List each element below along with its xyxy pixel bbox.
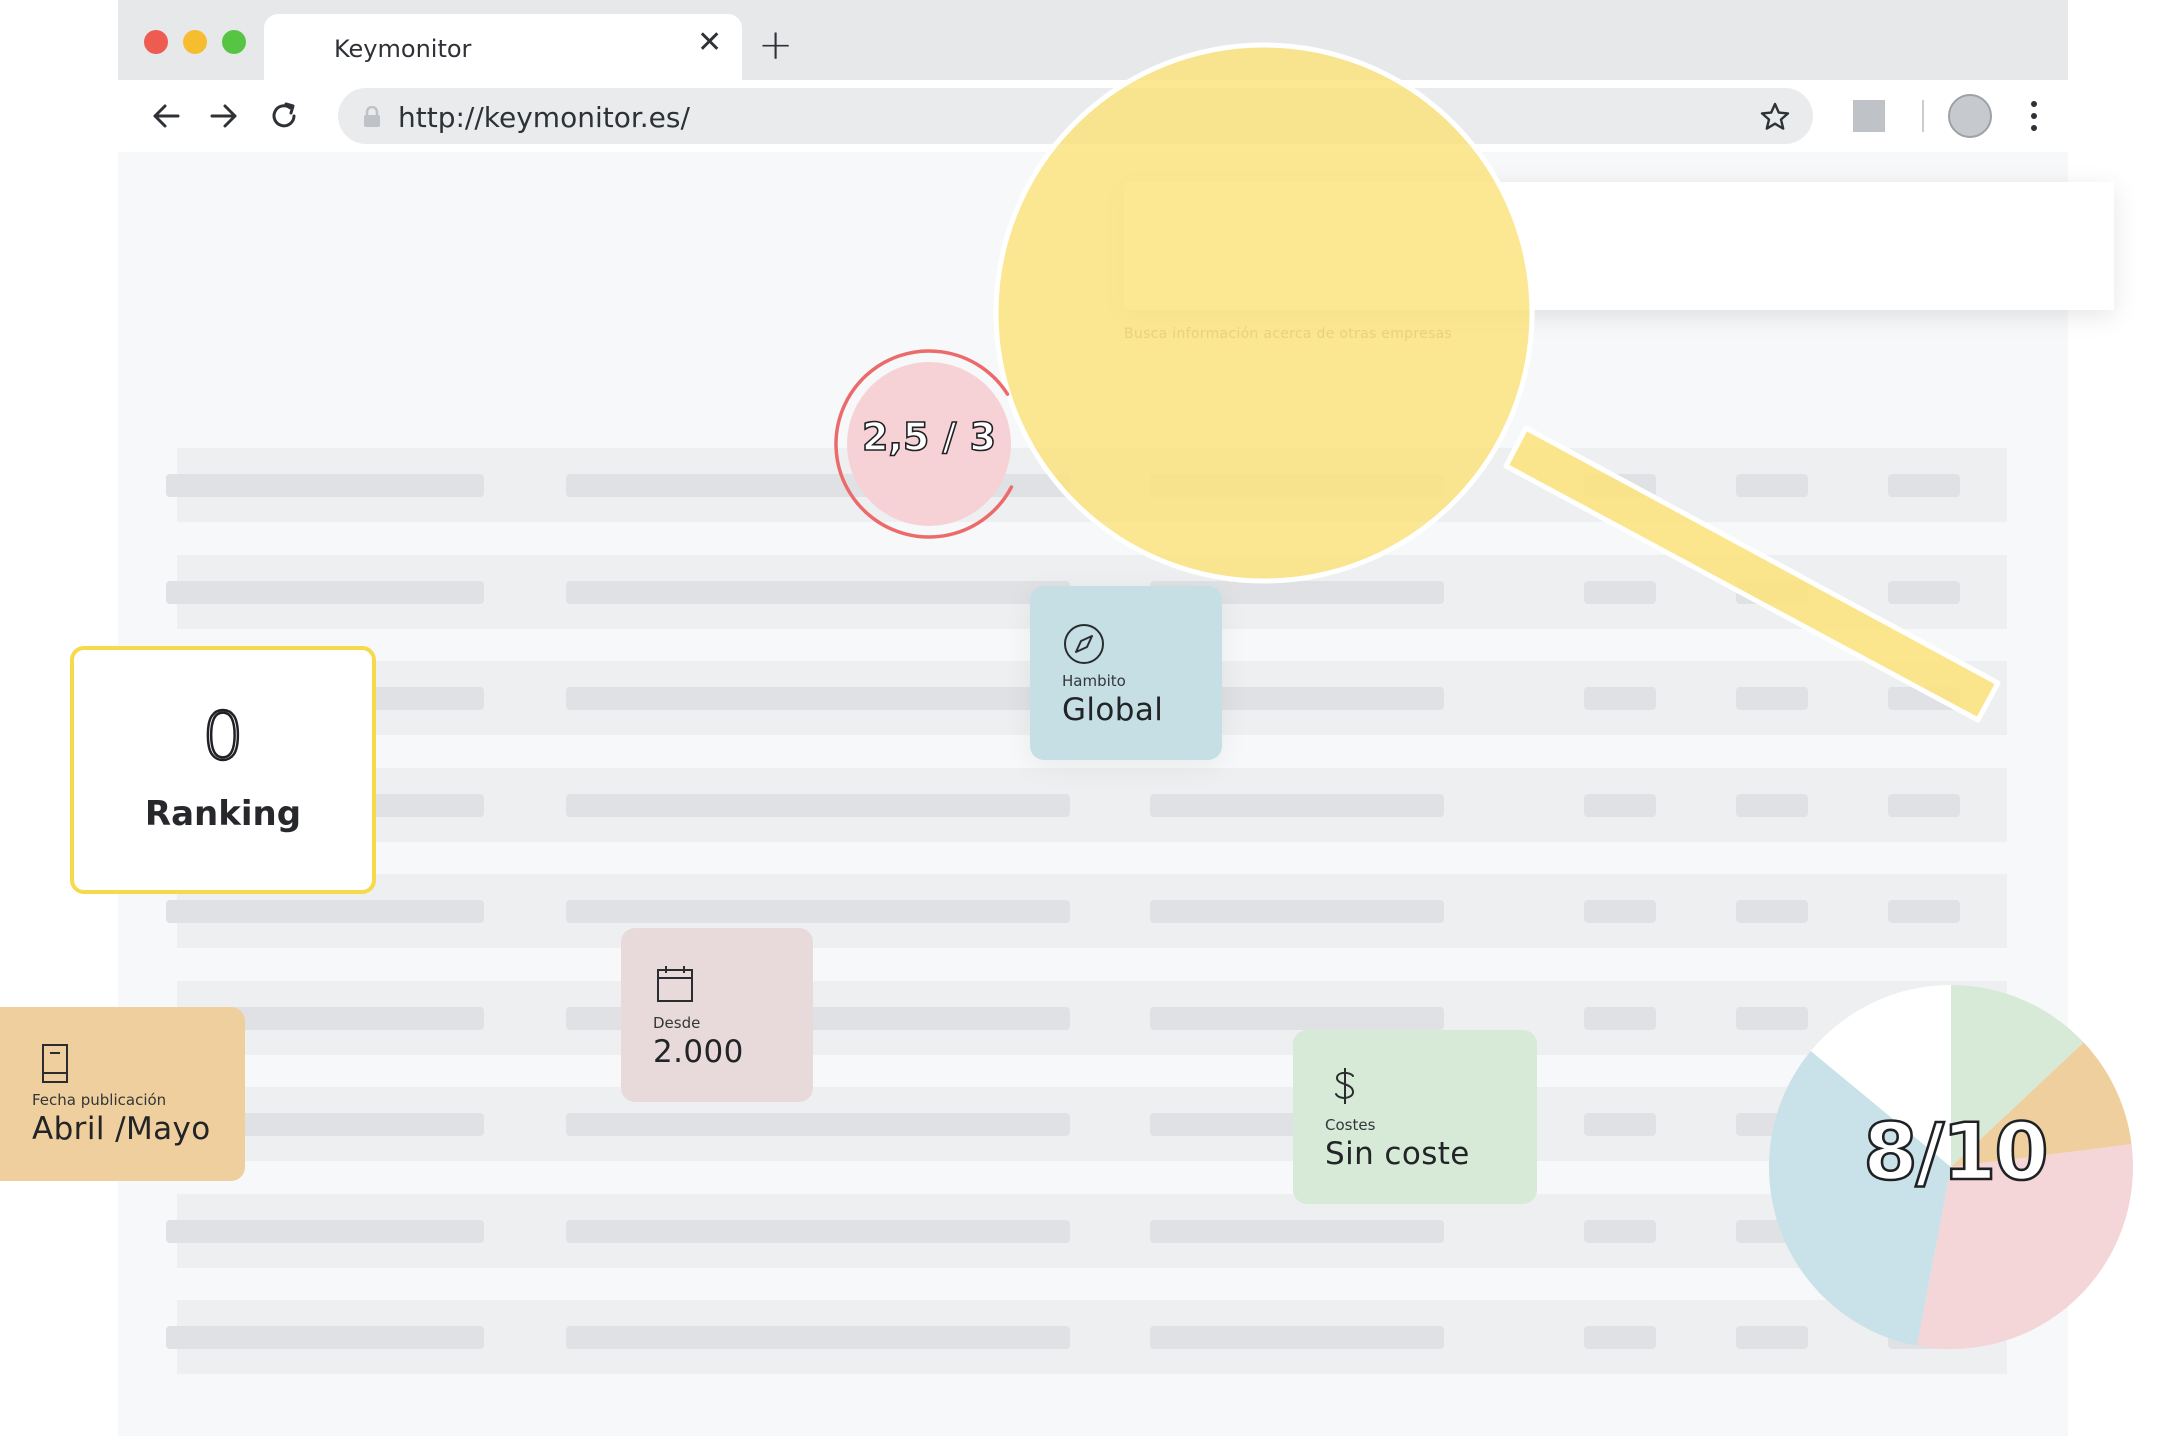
browser-toolbar: http://keymonitor.es/ <box>118 80 2068 152</box>
placeholder-bar <box>566 1113 1070 1136</box>
placeholder-bar <box>1584 900 1656 923</box>
bookmark-star-icon[interactable] <box>1758 100 1792 134</box>
more-menu-icon[interactable] <box>2030 98 2038 134</box>
profile-avatar[interactable] <box>1948 94 1992 138</box>
ranking-card: 0 Ranking <box>70 646 376 894</box>
placeholder-bar <box>1736 793 1808 817</box>
extension-icon[interactable] <box>1853 100 1885 132</box>
scope-label: Hambito <box>1062 672 1126 690</box>
calendar-icon <box>657 966 693 1002</box>
table-row <box>166 1300 2007 1374</box>
table-row <box>166 980 2007 1055</box>
placeholder-bar <box>566 1326 1070 1349</box>
tab-bar: Keymonitor ✕ + <box>118 0 2068 80</box>
placeholder-bar <box>1584 793 1656 817</box>
rating-value: 2,5 / 3 <box>861 414 997 460</box>
placeholder-bar <box>1584 474 1656 497</box>
placeholder-bar <box>166 580 484 604</box>
publication-date-label: Fecha publicación <box>32 1091 167 1109</box>
costs-label: Costes <box>1325 1116 1376 1134</box>
search-hint: Busca información acerca de otras empres… <box>1124 326 1453 342</box>
company-search-input[interactable] <box>1124 182 2114 310</box>
close-tab-icon[interactable]: ✕ <box>697 28 722 58</box>
publication-date-card: Fecha publicación Abril /Mayo <box>0 1007 245 1181</box>
publication-date-value: Abril /Mayo <box>32 1111 211 1147</box>
scope-card: Hambito Global <box>1030 586 1222 760</box>
table-row <box>166 1087 2007 1161</box>
placeholder-bar <box>1888 580 1960 604</box>
book-icon <box>42 1044 68 1083</box>
placeholder-bar <box>566 900 1070 923</box>
score-value: 8/10 <box>1862 1108 2050 1198</box>
placeholder-bar <box>1584 1219 1656 1243</box>
placeholder-bar <box>1888 474 1960 497</box>
placeholder-bar <box>566 687 1070 710</box>
compass-icon <box>1064 624 1104 664</box>
close-window-button[interactable] <box>144 30 168 54</box>
placeholder-bar <box>566 1219 1070 1243</box>
placeholder-bar <box>1584 1006 1656 1030</box>
toolbar-divider <box>1922 100 1924 132</box>
placeholder-bar <box>166 900 484 923</box>
minimize-window-button[interactable] <box>183 30 207 54</box>
placeholder-bar <box>1888 793 1960 817</box>
dollar-icon <box>1335 1068 1355 1104</box>
placeholder-bar <box>1150 793 1444 817</box>
forward-arrow-icon[interactable] <box>206 98 242 134</box>
placeholder-bar <box>1736 474 1808 497</box>
ranking-value: 0 <box>201 698 246 775</box>
since-label: Desde <box>653 1014 701 1032</box>
since-value: 2.000 <box>653 1034 744 1070</box>
ranking-label: Ranking <box>144 794 302 834</box>
placeholder-bar <box>1150 900 1444 923</box>
url-text: http://keymonitor.es/ <box>398 101 690 134</box>
placeholder-bar <box>1736 580 1808 604</box>
placeholder-bar <box>1584 1326 1656 1349</box>
back-arrow-icon[interactable] <box>148 98 184 134</box>
new-tab-icon[interactable]: + <box>758 24 793 66</box>
placeholder-bar <box>1150 1219 1444 1243</box>
placeholder-bar <box>1584 687 1656 710</box>
tab-title: Keymonitor <box>334 35 472 63</box>
lock-icon <box>364 106 380 127</box>
placeholder-bar <box>566 793 1070 817</box>
placeholder-bar <box>1150 1006 1444 1030</box>
browser-tab[interactable]: Keymonitor ✕ <box>264 14 742 80</box>
costs-card: Costes Sin coste <box>1293 1030 1537 1204</box>
placeholder-bar <box>1888 687 1960 710</box>
scope-value: Global <box>1062 692 1164 728</box>
maximize-window-button[interactable] <box>222 30 246 54</box>
placeholder-bar <box>1888 900 1960 923</box>
placeholder-bar <box>166 474 484 497</box>
placeholder-bar <box>1584 580 1656 604</box>
placeholder-bar <box>1584 1113 1656 1136</box>
placeholder-bar <box>1736 687 1808 710</box>
address-bar[interactable]: http://keymonitor.es/ <box>338 88 1813 144</box>
since-card: Desde 2.000 <box>621 928 813 1102</box>
placeholder-bar <box>166 1219 484 1243</box>
placeholder-bar <box>566 580 1070 604</box>
table-row <box>166 1193 2007 1268</box>
placeholder-bar <box>1736 900 1808 923</box>
placeholder-bar <box>1150 474 1444 497</box>
placeholder-bar <box>166 1326 484 1349</box>
table-row <box>166 448 2007 522</box>
costs-value: Sin coste <box>1325 1136 1470 1172</box>
table-row <box>166 767 2007 842</box>
table-row <box>166 874 2007 948</box>
placeholder-bar <box>1150 1326 1444 1349</box>
reload-icon[interactable] <box>266 98 302 134</box>
